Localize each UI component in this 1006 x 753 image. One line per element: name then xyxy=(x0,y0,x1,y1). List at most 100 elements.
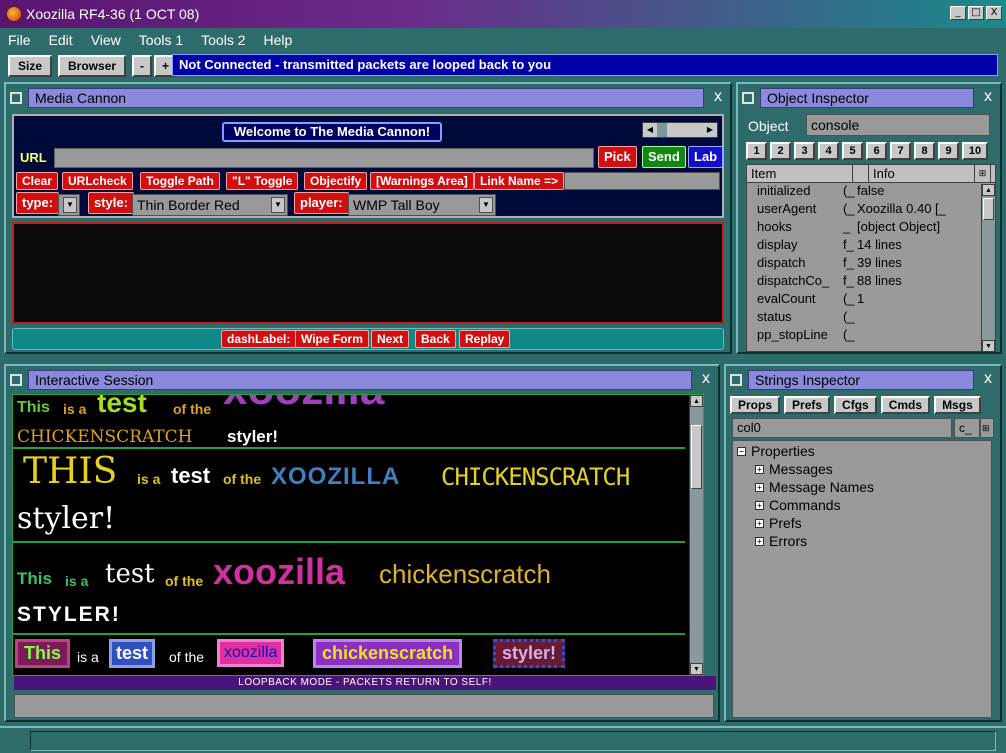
panel-toggle-icon[interactable] xyxy=(742,92,754,104)
inspector-scrollbar[interactable]: ▲ ▼ xyxy=(981,184,995,351)
tree-node-properties[interactable]: − Properties xyxy=(737,443,815,459)
scroll-down-icon[interactable]: ▼ xyxy=(690,663,703,675)
menu-file[interactable]: File xyxy=(6,32,33,48)
cmds-button[interactable]: Cmds xyxy=(880,396,931,414)
tab-1[interactable]: 1 xyxy=(746,142,767,160)
tab-3[interactable]: 3 xyxy=(794,142,815,160)
mini-scrollbar[interactable]: ◀ ▶ xyxy=(642,122,718,138)
size-button[interactable]: Size xyxy=(8,55,53,77)
toggle-path-button[interactable]: Toggle Path xyxy=(140,172,220,190)
tree-node-messages[interactable]: + Messages xyxy=(755,461,833,477)
expand-icon[interactable]: + xyxy=(755,500,764,510)
zoom-out-button[interactable]: - xyxy=(132,55,153,77)
media-cannon-close-button[interactable]: x xyxy=(710,88,726,106)
type-select[interactable]: ▼ xyxy=(58,194,80,216)
url-input[interactable] xyxy=(54,148,594,168)
table-row[interactable]: pp_stopLine (_ xyxy=(747,327,995,345)
tab-4[interactable]: 4 xyxy=(818,142,839,160)
menu-edit[interactable]: Edit xyxy=(47,32,75,48)
tree-node-message-names[interactable]: + Message Names xyxy=(755,479,874,495)
link-name-button[interactable]: Link Name => xyxy=(474,172,565,190)
chevron-down-icon[interactable]: ▼ xyxy=(63,197,77,213)
table-row[interactable]: display f_ 14 lines xyxy=(747,237,995,255)
column-header[interactable]: col0 xyxy=(732,418,952,438)
tab-2[interactable]: 2 xyxy=(770,142,791,160)
scroll-down-icon[interactable]: ▼ xyxy=(982,340,995,351)
panel-toggle-icon[interactable] xyxy=(10,374,22,386)
column-item-header[interactable]: Item xyxy=(747,165,853,182)
panel-toggle-icon[interactable] xyxy=(10,92,22,104)
tab-6[interactable]: 6 xyxy=(866,142,887,160)
l-toggle-button[interactable]: "L" Toggle xyxy=(226,172,299,190)
menu-view[interactable]: View xyxy=(89,32,123,48)
menu-tools-1[interactable]: Tools 1 xyxy=(137,32,185,48)
tree-node-commands[interactable]: + Commands xyxy=(755,497,841,513)
panel-toggle-icon[interactable] xyxy=(730,374,742,386)
chevron-down-icon[interactable]: ▼ xyxy=(479,197,493,213)
column-short-header[interactable]: c_ xyxy=(954,418,980,438)
cfgs-button[interactable]: Cfgs xyxy=(834,396,877,414)
replay-button[interactable]: Replay xyxy=(459,330,511,348)
wipe-form-button[interactable]: Wipe Form xyxy=(295,330,369,348)
session-scrollbar[interactable]: ▲ ▼ xyxy=(689,395,703,675)
table-row[interactable]: status (_ xyxy=(747,309,995,327)
tab-8[interactable]: 8 xyxy=(914,142,935,160)
scroll-thumb[interactable] xyxy=(983,198,994,220)
media-display-area[interactable] xyxy=(12,222,724,324)
chevron-down-icon[interactable]: ▼ xyxy=(271,197,285,213)
session-output[interactable]: This is a test of the xoozilla CHICKENSC… xyxy=(12,394,704,676)
lab-button[interactable]: Lab xyxy=(688,146,724,168)
table-row[interactable]: hooks _ [object Object] xyxy=(747,219,995,237)
column-type-header[interactable] xyxy=(853,165,869,182)
send-button[interactable]: Send xyxy=(642,146,686,168)
table-row[interactable]: dispatchCo_ f_ 88 lines xyxy=(747,273,995,291)
object-input[interactable]: console xyxy=(806,114,990,136)
tab-10[interactable]: 10 xyxy=(962,142,988,160)
clear-button[interactable]: Clear xyxy=(16,172,59,190)
dash-label-button[interactable]: dashLabel: xyxy=(221,330,297,348)
scroll-right-icon[interactable]: ▶ xyxy=(703,123,717,137)
tab-9[interactable]: 9 xyxy=(938,142,959,160)
close-window-button[interactable]: X xyxy=(986,6,1002,20)
minimize-button[interactable]: _ xyxy=(950,6,966,20)
prefs-button[interactable]: Prefs xyxy=(784,396,831,414)
next-button[interactable]: Next xyxy=(371,330,410,348)
style-select[interactable]: Thin Border Red ▼ xyxy=(132,194,288,216)
table-row[interactable]: initialized (_ false xyxy=(747,183,995,201)
pick-button[interactable]: Pick xyxy=(598,146,637,168)
table-menu-icon[interactable]: ⊞ xyxy=(980,418,994,438)
scroll-left-icon[interactable]: ◀ xyxy=(643,123,657,137)
objectify-button[interactable]: Objectify xyxy=(304,172,368,190)
scroll-up-icon[interactable]: ▲ xyxy=(982,184,995,196)
table-row[interactable]: dispatch f_ 39 lines xyxy=(747,255,995,273)
link-name-field[interactable] xyxy=(564,172,720,190)
table-row[interactable]: userAgent (_ Xoozilla 0.40 [_ xyxy=(747,201,995,219)
expand-icon[interactable]: + xyxy=(755,518,764,528)
strings-inspector-close-button[interactable]: x xyxy=(980,370,996,388)
tab-7[interactable]: 7 xyxy=(890,142,911,160)
player-select[interactable]: WMP Tall Boy ▼ xyxy=(348,194,496,216)
interactive-session-close-button[interactable]: x xyxy=(698,370,714,388)
back-button[interactable]: Back xyxy=(415,330,456,348)
object-inspector-close-button[interactable]: x xyxy=(980,88,996,106)
table-row[interactable]: evalCount (_ 1 xyxy=(747,291,995,309)
warnings-area-button[interactable]: [Warnings Area] xyxy=(370,172,474,190)
expand-icon[interactable]: + xyxy=(755,464,764,474)
expand-icon[interactable]: + xyxy=(755,536,764,546)
menu-help[interactable]: Help xyxy=(262,32,295,48)
browser-button[interactable]: Browser xyxy=(58,55,127,77)
tree-node-prefs[interactable]: + Prefs xyxy=(755,515,802,531)
menu-tools-2[interactable]: Tools 2 xyxy=(199,32,247,48)
session-input[interactable] xyxy=(14,694,714,718)
table-menu-icon[interactable]: ⊞ xyxy=(975,165,991,182)
urlcheck-button[interactable]: URLcheck xyxy=(62,172,133,190)
tree-node-errors[interactable]: + Errors xyxy=(755,533,807,549)
msgs-button[interactable]: Msgs xyxy=(934,396,981,414)
scroll-up-icon[interactable]: ▲ xyxy=(690,395,703,407)
collapse-icon[interactable]: − xyxy=(737,446,746,456)
scroll-thumb[interactable] xyxy=(691,425,702,489)
props-button[interactable]: Props xyxy=(730,396,781,414)
scroll-thumb[interactable] xyxy=(667,123,703,137)
maximize-button[interactable]: □ xyxy=(968,6,984,20)
tab-5[interactable]: 5 xyxy=(842,142,863,160)
